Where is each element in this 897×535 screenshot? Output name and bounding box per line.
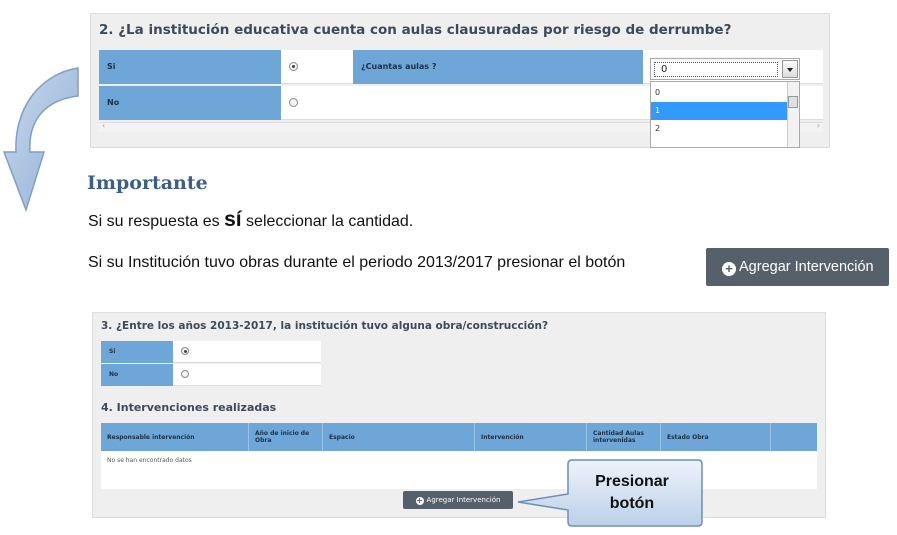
plus-circle-icon: + [415,496,424,505]
option-item[interactable]: 0 [651,84,788,102]
interventions-subtitle: 4. Intervenciones realizadas [101,401,277,414]
scroll-left-icon[interactable]: ‹ [102,121,105,130]
curved-arrow-icon [2,67,79,213]
add-intervention-button-example[interactable]: + Agregar Intervención [706,248,889,286]
option-item[interactable]: 2 [651,120,788,138]
question-3-table: Si No [101,341,321,387]
column-header: Cantidad Aulas intervenidas [587,423,661,451]
column-header: Responsable intervención [101,423,249,451]
option-label-no: No [101,364,173,386]
interventions-table-header: Responsable intervención Año de inicio d… [101,423,817,451]
aulas-count-select[interactable]: 0 [650,58,800,80]
column-header: Estado Obra [661,423,771,451]
radio-si[interactable] [289,62,298,71]
important-heading: Importante [87,172,208,194]
radio-no[interactable] [181,370,189,378]
instruction-line-2: Si su Institución tuvo obras durante el … [88,254,626,271]
option-item-partial[interactable] [651,138,788,146]
instruction-line-1: Si su respuesta es sí seleccionar la can… [88,208,414,231]
scroll-right-icon[interactable]: › [817,121,820,130]
radio-no[interactable] [289,98,298,107]
option-label-si: Si [99,50,281,84]
scrollbar-thumb[interactable] [788,96,798,108]
aulas-count-options: 0 1 2 [650,81,800,148]
column-header: Intervención [475,423,587,451]
radio-si[interactable] [181,347,189,355]
select-value: 0 [654,62,778,77]
column-header: Año de inicio de Obra [249,423,323,451]
question-2-title: 2. ¿La institución educativa cuenta con … [99,22,732,38]
add-intervention-button[interactable]: + Agregar Intervención [403,491,513,509]
callout-text: Presionar botón [595,473,669,512]
option-label-no: No [99,86,281,120]
options-scrollbar[interactable] [787,82,799,147]
question-3-title: 3. ¿Entre los años 2013-2017, la institu… [101,320,549,332]
aulas-count-label: ¿Cuantas aulas ? [353,50,643,84]
question-3-panel: 3. ¿Entre los años 2013-2017, la institu… [92,312,826,518]
option-label-si: Si [101,341,173,363]
column-header: Espacio [323,423,475,451]
option-item-selected[interactable]: 1 [651,102,788,120]
plus-circle-icon: + [722,262,736,276]
chevron-down-icon[interactable] [782,60,798,78]
empty-table-message: No se han encontrado datos [107,457,192,464]
